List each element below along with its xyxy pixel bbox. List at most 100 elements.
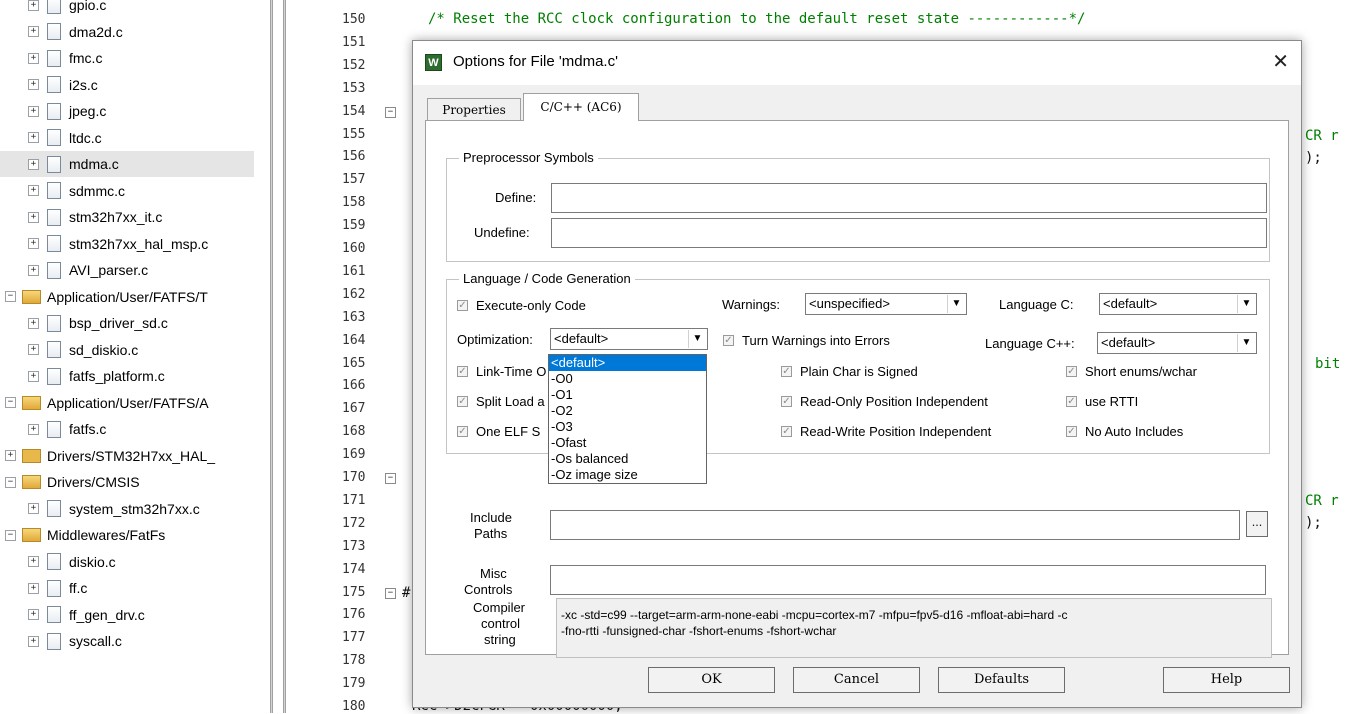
- cancel-button[interactable]: Cancel: [793, 667, 920, 693]
- tree-folder[interactable]: − Middlewares/FatFs: [0, 522, 254, 548]
- tree-file[interactable]: + fatfs.c: [0, 416, 254, 442]
- fold-toggle-icon[interactable]: −: [385, 587, 396, 599]
- tree-folder[interactable]: − Application/User/FATFS/T: [0, 284, 254, 310]
- tree-file[interactable]: + diskio.c: [0, 549, 254, 575]
- chevron-down-icon[interactable]: ▼: [947, 295, 965, 313]
- tree-file[interactable]: + jpeg.c: [0, 98, 254, 124]
- short-enums-checkbox[interactable]: ✓ Short enums/wchar: [1066, 364, 1197, 379]
- dialog-titlebar[interactable]: W Options for File 'mdma.c' ✕: [413, 41, 1301, 85]
- code-fragment: #: [402, 585, 411, 601]
- include-paths-input[interactable]: [550, 510, 1240, 540]
- optimization-option[interactable]: -O1: [549, 387, 706, 403]
- file-icon: [47, 208, 61, 226]
- tree-file[interactable]: + fatfs_platform.c: [0, 363, 254, 389]
- tree-folder[interactable]: − Drivers/CMSIS: [0, 469, 254, 495]
- fold-toggle-icon[interactable]: −: [385, 473, 396, 484]
- fold-toggle-icon[interactable]: −: [385, 106, 396, 118]
- misc-controls-input[interactable]: [550, 565, 1266, 595]
- optimization-option[interactable]: -Ofast: [549, 435, 706, 451]
- defaults-button[interactable]: Defaults: [938, 667, 1065, 693]
- tree-file[interactable]: + fmc.c: [0, 45, 254, 71]
- help-button[interactable]: Help: [1163, 667, 1290, 693]
- tree-folder[interactable]: − Application/User/FATFS/A: [0, 390, 254, 416]
- close-icon[interactable]: ✕: [1272, 49, 1289, 74]
- expand-icon[interactable]: +: [28, 0, 39, 11]
- optimization-select[interactable]: <default> ▼: [550, 328, 708, 350]
- execute-only-checkbox[interactable]: ✓ Execute-only Code: [457, 298, 586, 313]
- pane-splitter-2[interactable]: [283, 0, 286, 713]
- expand-icon[interactable]: +: [5, 450, 16, 461]
- tree-file[interactable]: + stm32h7xx_hal_msp.c: [0, 231, 254, 257]
- optimization-option[interactable]: <default>: [549, 355, 706, 371]
- expand-icon[interactable]: +: [28, 185, 39, 196]
- tree-file[interactable]: + gpio.c: [0, 0, 254, 18]
- expand-icon[interactable]: +: [28, 158, 39, 170]
- expand-icon[interactable]: +: [28, 503, 39, 514]
- optimization-option[interactable]: -Oz image size: [549, 467, 706, 483]
- browse-button[interactable]: ...: [1246, 511, 1268, 537]
- one-elf-checkbox[interactable]: ✓ One ELF S: [457, 424, 540, 439]
- expand-icon[interactable]: +: [28, 26, 39, 37]
- line-number: 163: [342, 309, 366, 325]
- language-c-select[interactable]: <default> ▼: [1099, 293, 1257, 315]
- tree-file[interactable]: + i2s.c: [0, 72, 254, 98]
- tree-file[interactable]: + mdma.c: [0, 151, 254, 177]
- rw-pi-checkbox[interactable]: ✓ Read-Write Position Independent: [781, 424, 991, 439]
- expand-icon[interactable]: +: [28, 423, 39, 435]
- chevron-down-icon[interactable]: ▼: [1237, 295, 1255, 313]
- optimization-option[interactable]: -Os balanced: [549, 451, 706, 467]
- tree-folder[interactable]: + Drivers/STM32H7xx_HAL_: [0, 443, 254, 469]
- tree-file[interactable]: + sdmmc.c: [0, 178, 254, 204]
- undefine-input[interactable]: [551, 218, 1267, 248]
- expand-icon[interactable]: +: [28, 52, 39, 64]
- plain-char-checkbox[interactable]: ✓ Plain Char is Signed: [781, 364, 918, 379]
- expand-icon[interactable]: +: [28, 211, 39, 223]
- tree-file[interactable]: + bsp_driver_sd.c: [0, 310, 254, 336]
- expand-icon[interactable]: +: [28, 344, 39, 355]
- tree-file[interactable]: + ltdc.c: [0, 125, 254, 151]
- use-rtti-checkbox[interactable]: ✓ use RTTI: [1066, 394, 1138, 409]
- chevron-down-icon[interactable]: ▼: [688, 330, 706, 348]
- tree-file[interactable]: + ff.c: [0, 575, 254, 601]
- turn-warnings-checkbox[interactable]: ✓ Turn Warnings into Errors: [723, 333, 890, 348]
- warnings-select[interactable]: <unspecified> ▼: [805, 293, 967, 315]
- expand-icon[interactable]: +: [28, 370, 39, 382]
- tree-file[interactable]: + dma2d.c: [0, 19, 254, 45]
- expand-icon[interactable]: +: [28, 238, 39, 249]
- expand-icon[interactable]: +: [28, 79, 39, 90]
- collapse-icon[interactable]: −: [5, 397, 16, 408]
- split-load-checkbox[interactable]: ✓ Split Load a: [457, 394, 545, 409]
- line-number: 157: [342, 172, 366, 188]
- expand-icon[interactable]: +: [28, 609, 39, 620]
- expand-icon[interactable]: +: [28, 556, 39, 567]
- language-cpp-select[interactable]: <default> ▼: [1097, 332, 1257, 354]
- tab-cpp-ac6[interactable]: C/C++ (AC6): [523, 93, 639, 121]
- link-time-checkbox[interactable]: ✓ Link-Time O: [457, 364, 546, 379]
- collapse-icon[interactable]: −: [5, 291, 16, 302]
- tree-file[interactable]: + sd_diskio.c: [0, 337, 254, 363]
- optimization-option[interactable]: -O0: [549, 371, 706, 387]
- expand-icon[interactable]: +: [28, 635, 39, 647]
- ro-pi-checkbox[interactable]: ✓ Read-Only Position Independent: [781, 394, 988, 409]
- tree-file[interactable]: + AVI_parser.c: [0, 257, 254, 283]
- expand-icon[interactable]: +: [28, 264, 39, 276]
- expand-icon[interactable]: +: [28, 582, 39, 594]
- chevron-down-icon[interactable]: ▼: [1237, 334, 1255, 352]
- tree-file[interactable]: + stm32h7xx_it.c: [0, 204, 254, 230]
- expand-icon[interactable]: +: [28, 132, 39, 143]
- expand-icon[interactable]: +: [28, 317, 39, 329]
- tree-file[interactable]: + syscall.c: [0, 628, 254, 654]
- optimization-option[interactable]: -O2: [549, 403, 706, 419]
- tree-file[interactable]: + system_stm32h7xx.c: [0, 496, 254, 522]
- tree-file[interactable]: + ff_gen_drv.c: [0, 602, 254, 628]
- ok-button[interactable]: OK: [648, 667, 775, 693]
- expand-icon[interactable]: +: [28, 105, 39, 117]
- collapse-icon[interactable]: −: [5, 476, 16, 488]
- collapse-icon[interactable]: −: [5, 529, 16, 541]
- tab-properties[interactable]: Properties: [427, 98, 521, 120]
- pane-splitter[interactable]: [270, 0, 273, 713]
- no-auto-includes-checkbox[interactable]: ✓ No Auto Includes: [1066, 424, 1183, 439]
- tree-item-label: Application/User/FATFS/A: [47, 394, 209, 411]
- define-input[interactable]: [551, 183, 1267, 213]
- optimization-option[interactable]: -O3: [549, 419, 706, 435]
